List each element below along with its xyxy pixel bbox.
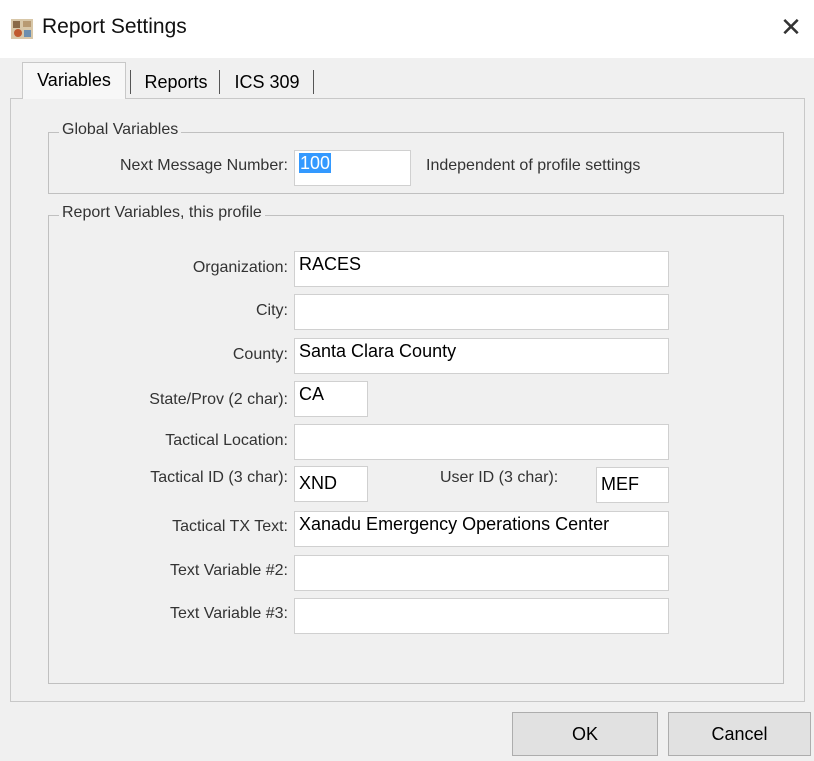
county-label: County:: [232, 346, 288, 363]
user-id-label: User ID (3 char):: [440, 469, 559, 486]
county-value: Santa Clara County: [299, 341, 457, 361]
close-button[interactable]: ✕: [768, 0, 814, 58]
cancel-button[interactable]: Cancel: [668, 712, 811, 756]
organization-input[interactable]: RACES: [294, 251, 669, 287]
tab-variables-label: Variables: [37, 70, 111, 90]
tab-variables[interactable]: Variables: [22, 62, 126, 99]
close-icon: ✕: [780, 12, 802, 42]
tactical-id-input[interactable]: XND: [294, 466, 368, 502]
tab-ics309[interactable]: ICS 309: [222, 65, 312, 99]
tab-reports[interactable]: Reports: [133, 65, 219, 99]
independent-note: Independent of profile settings: [426, 157, 641, 174]
state-label: State/Prov (2 char):: [149, 391, 288, 408]
text-variable-2-label: Text Variable #2:: [170, 562, 288, 579]
text-variable-3-input[interactable]: [294, 598, 669, 634]
tactical-location-label: Tactical Location:: [165, 432, 288, 449]
title-bar: Report Settings ✕: [0, 0, 814, 58]
next-message-number-input[interactable]: 100: [294, 150, 411, 186]
window-title: Report Settings: [42, 15, 187, 38]
user-id-input[interactable]: MEF: [596, 467, 669, 503]
report-variables-title: Report Variables, this profile: [59, 204, 265, 222]
county-input[interactable]: Santa Clara County: [294, 338, 669, 374]
tactical-id-value: XND: [299, 473, 338, 493]
app-icon: [11, 19, 33, 39]
state-value: CA: [299, 384, 325, 404]
ok-button-label: OK: [571, 724, 598, 744]
tab-separator: [130, 70, 131, 94]
organization-label: Organization:: [192, 259, 288, 276]
city-label: City:: [256, 302, 288, 319]
organization-value: RACES: [299, 254, 362, 274]
tactical-tx-text-value: Xanadu Emergency Operations Center: [299, 514, 610, 534]
tactical-tx-text-label: Tactical TX Text:: [172, 518, 288, 535]
text-variable-2-input[interactable]: [294, 555, 669, 591]
tactical-location-input[interactable]: [294, 424, 669, 460]
next-message-number-value: 100: [299, 153, 332, 173]
tab-reports-label: Reports: [144, 72, 208, 92]
tactical-tx-text-input[interactable]: Xanadu Emergency Operations Center: [294, 511, 669, 547]
cancel-button-label: Cancel: [711, 724, 768, 744]
tab-separator: [219, 70, 220, 94]
city-input[interactable]: [294, 294, 669, 330]
state-input[interactable]: CA: [294, 381, 368, 417]
ok-button[interactable]: OK: [512, 712, 658, 756]
global-variables-title: Global Variables: [59, 121, 182, 139]
tab-separator: [313, 70, 314, 94]
user-id-value: MEF: [601, 474, 639, 494]
tab-ics309-label: ICS 309: [234, 72, 300, 92]
text-variable-3-label: Text Variable #3:: [170, 605, 288, 622]
tactical-id-label: Tactical ID (3 char):: [150, 469, 288, 486]
next-message-number-label: Next Message Number:: [119, 157, 288, 174]
